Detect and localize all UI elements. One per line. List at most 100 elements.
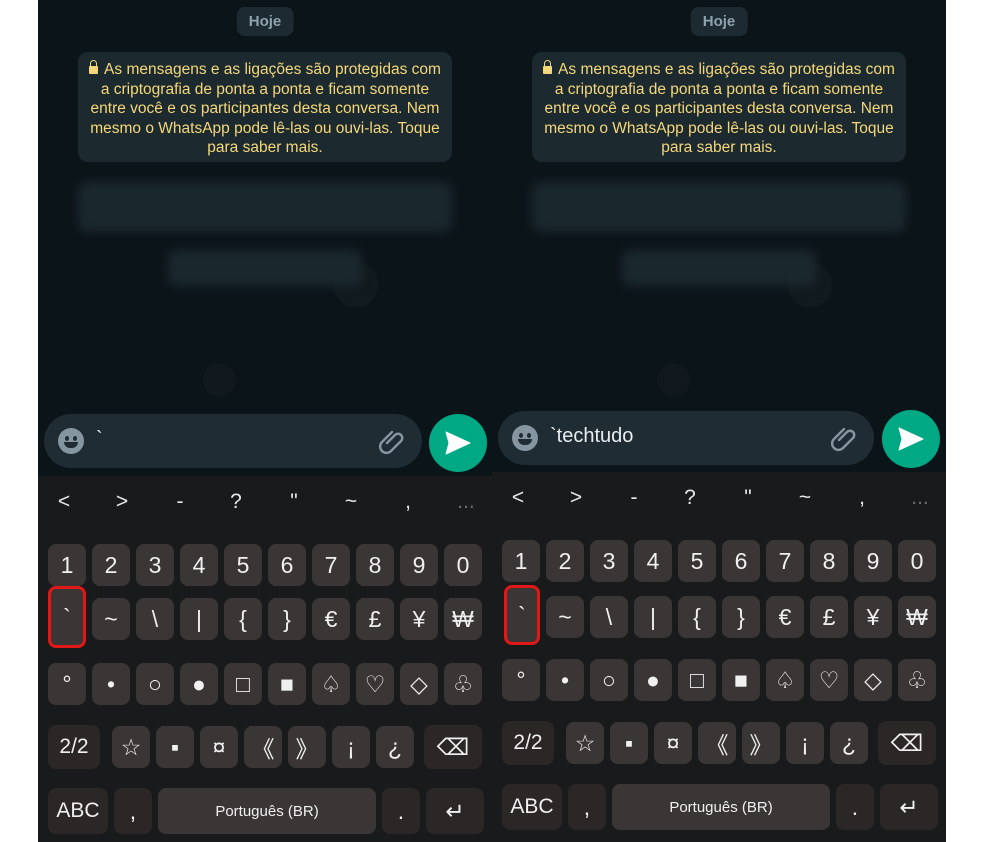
key[interactable]: 2: [92, 544, 130, 586]
key[interactable]: 2: [546, 540, 584, 582]
suggestion-key[interactable]: <: [44, 490, 84, 514]
backspace-key[interactable]: ⌫: [424, 725, 482, 769]
key[interactable]: 0: [898, 540, 936, 582]
page-toggle-key[interactable]: 2/2: [48, 725, 100, 769]
suggestion-key[interactable]: ,: [388, 490, 428, 514]
key[interactable]: ■: [268, 663, 306, 705]
key[interactable]: •: [546, 659, 584, 701]
key[interactable]: €: [312, 598, 350, 640]
key[interactable]: 4: [634, 540, 672, 582]
key[interactable]: {: [224, 598, 262, 640]
abc-key[interactable]: ABC: [48, 788, 108, 834]
key[interactable]: 0: [444, 544, 482, 586]
key[interactable]: ¿: [376, 726, 414, 768]
suggestion-key[interactable]: ": [274, 490, 314, 514]
suggestion-key[interactable]: ?: [670, 486, 710, 510]
key[interactable]: £: [356, 598, 394, 640]
key[interactable]: ¡: [786, 722, 824, 764]
key[interactable]: 1: [502, 540, 540, 582]
message-input[interactable]: `techtudo: [550, 425, 633, 448]
key[interactable]: 7: [312, 544, 350, 586]
key[interactable]: \: [136, 598, 174, 640]
key[interactable]: ◇: [854, 659, 892, 701]
page-toggle-key[interactable]: 2/2: [502, 721, 554, 765]
key[interactable]: ♧: [898, 659, 936, 701]
key[interactable]: ☆: [566, 722, 604, 764]
key[interactable]: }: [722, 596, 760, 638]
key[interactable]: ◇: [400, 663, 438, 705]
key[interactable]: 3: [136, 544, 174, 586]
key[interactable]: 6: [722, 540, 760, 582]
message-input-bar[interactable]: `techtudo: [498, 411, 874, 465]
encryption-notice[interactable]: As mensagens e as ligações são protegida…: [532, 52, 906, 162]
comma-key[interactable]: ,: [114, 788, 152, 834]
key[interactable]: □: [678, 659, 716, 701]
period-key[interactable]: .: [836, 784, 874, 830]
abc-key[interactable]: ABC: [502, 784, 562, 830]
suggestion-key[interactable]: >: [556, 486, 596, 510]
key[interactable]: 《: [698, 722, 736, 764]
key[interactable]: 9: [400, 544, 438, 586]
key[interactable]: 8: [810, 540, 848, 582]
suggestion-key[interactable]: -: [160, 490, 200, 514]
send-button[interactable]: [882, 410, 940, 468]
key[interactable]: ♡: [810, 659, 848, 701]
space-key[interactable]: Português (BR): [158, 788, 376, 834]
more-options-icon[interactable]: ...: [446, 490, 486, 514]
paperclip-icon[interactable]: [830, 423, 860, 453]
message-input-bar[interactable]: `: [44, 414, 422, 468]
key[interactable]: 5: [678, 540, 716, 582]
key[interactable]: ●: [634, 659, 672, 701]
period-key[interactable]: .: [382, 788, 420, 834]
key[interactable]: ♤: [312, 663, 350, 705]
encryption-notice[interactable]: As mensagens e as ligações são protegida…: [78, 52, 452, 162]
suggestion-key[interactable]: ~: [785, 486, 825, 510]
key[interactable]: }: [268, 598, 306, 640]
key[interactable]: ¿: [830, 722, 868, 764]
key-backtick[interactable]: `: [48, 586, 86, 648]
key-backtick[interactable]: `: [504, 585, 540, 645]
suggestion-key[interactable]: -: [614, 486, 654, 510]
suggestion-key[interactable]: ,: [842, 486, 882, 510]
key[interactable]: ¤: [200, 726, 238, 768]
key[interactable]: €: [766, 596, 804, 638]
key[interactable]: 1: [48, 544, 86, 586]
send-button[interactable]: [429, 414, 487, 472]
key[interactable]: ■: [722, 659, 760, 701]
key[interactable]: ¤: [654, 722, 692, 764]
suggestion-key[interactable]: ": [728, 486, 768, 510]
suggestion-key[interactable]: ~: [331, 490, 371, 514]
key[interactable]: ♧: [444, 663, 482, 705]
suggestion-key[interactable]: >: [102, 490, 142, 514]
more-options-icon[interactable]: ...: [900, 486, 940, 510]
key[interactable]: |: [180, 598, 218, 640]
key[interactable]: ▪: [610, 722, 648, 764]
key[interactable]: 6: [268, 544, 306, 586]
key[interactable]: °: [48, 663, 86, 705]
key[interactable]: \: [590, 596, 628, 638]
key[interactable]: ~: [92, 598, 130, 640]
key[interactable]: ¥: [400, 598, 438, 640]
key[interactable]: 5: [224, 544, 262, 586]
key[interactable]: ₩: [444, 598, 482, 640]
key[interactable]: 》: [288, 726, 326, 768]
emoji-icon[interactable]: [58, 428, 84, 454]
suggestion-key[interactable]: <: [498, 486, 538, 510]
key[interactable]: ●: [180, 663, 218, 705]
paperclip-icon[interactable]: [378, 426, 408, 456]
key[interactable]: ¥: [854, 596, 892, 638]
key[interactable]: 《: [244, 726, 282, 768]
space-key[interactable]: Português (BR): [612, 784, 830, 830]
key[interactable]: ₩: [898, 596, 936, 638]
key[interactable]: ▪: [156, 726, 194, 768]
key[interactable]: ○: [590, 659, 628, 701]
comma-key[interactable]: ,: [568, 784, 606, 830]
key[interactable]: 3: [590, 540, 628, 582]
key[interactable]: ○: [136, 663, 174, 705]
key[interactable]: 》: [742, 722, 780, 764]
enter-key[interactable]: ↵: [880, 784, 938, 830]
message-input[interactable]: `: [96, 428, 103, 451]
key[interactable]: °: [502, 659, 540, 701]
key[interactable]: 9: [854, 540, 892, 582]
key[interactable]: ~: [546, 596, 584, 638]
